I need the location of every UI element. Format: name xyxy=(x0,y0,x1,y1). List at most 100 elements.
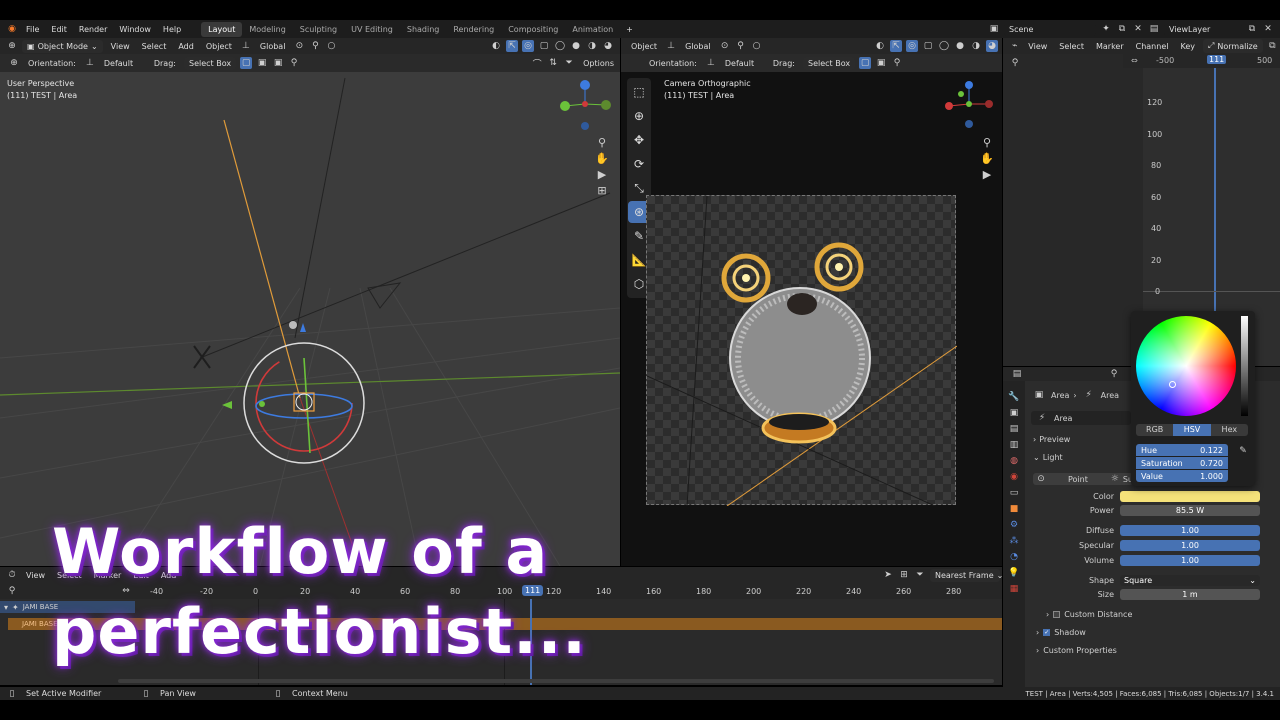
tab-hsv[interactable]: HSV xyxy=(1173,424,1211,436)
viewport-left[interactable]: ⊕ ▣ Object Mode ⌄ View Select Add Object ⊥… xyxy=(0,38,620,566)
color-swatch[interactable] xyxy=(1120,491,1260,502)
graph-menu-select[interactable]: Select xyxy=(1053,42,1090,51)
tab-shading[interactable]: Shading xyxy=(400,22,447,37)
timeline-menu-view[interactable]: View xyxy=(20,571,51,580)
tab-sculpting[interactable]: Sculpting xyxy=(293,22,344,37)
snap-mode-selector[interactable]: Nearest Frame ⌄ xyxy=(930,568,1002,582)
blender-logo-icon[interactable]: ◉ xyxy=(6,23,18,35)
tab-layout[interactable]: Layout xyxy=(201,21,243,37)
right-camera-view-icon[interactable]: ▶ xyxy=(981,168,993,181)
eyedropper-icon[interactable]: ✎ xyxy=(1237,445,1249,457)
scene-tab-icon[interactable]: ◍ xyxy=(1008,455,1020,467)
pivot-icon[interactable]: ⊙ xyxy=(293,40,305,52)
graph-search-icon[interactable]: ⚲ xyxy=(1009,57,1021,69)
graph-menu-key[interactable]: Key xyxy=(1174,42,1201,51)
light-datablock-field[interactable]: ⚡ Area xyxy=(1031,411,1131,425)
right-material-icon[interactable]: ◑ xyxy=(970,40,982,52)
menu-file[interactable]: File xyxy=(20,25,45,34)
panel-shadow[interactable]: › ✓ Shadow xyxy=(1036,628,1086,637)
right-proportional-icon[interactable]: ○ xyxy=(751,40,763,52)
search-icon[interactable]: ⚲ xyxy=(288,57,300,69)
specular-slider[interactable]: 1.00 xyxy=(1120,540,1260,551)
shading-solid-icon[interactable]: ● xyxy=(570,40,582,52)
timeline-search-icon[interactable]: ⚲ xyxy=(6,585,18,597)
graph-menu-view[interactable]: View xyxy=(1022,42,1053,51)
menu-render[interactable]: Render xyxy=(73,25,113,34)
graph-menu-channel[interactable]: Channel xyxy=(1130,42,1175,51)
transform-orientation-selector[interactable]: Global xyxy=(254,42,292,51)
right-search-icon[interactable]: ⚲ xyxy=(891,57,903,69)
right-orientation-selector[interactable]: Default xyxy=(719,59,767,68)
visibility-icon[interactable]: ◐ xyxy=(490,40,502,52)
snap-frame-icon[interactable]: ⊞ xyxy=(898,569,910,581)
size-field[interactable]: 1 m xyxy=(1120,589,1260,600)
orientation-selector[interactable]: Default xyxy=(98,59,148,68)
right-wireframe-icon[interactable]: ◯ xyxy=(938,40,950,52)
panel-preview[interactable]: › Preview xyxy=(1033,435,1070,444)
timeline-editor-icon[interactable]: ⏱ xyxy=(6,569,18,581)
shading-wireframe-icon[interactable]: ◯ xyxy=(554,40,566,52)
color-wheel-cursor[interactable] xyxy=(1169,381,1176,388)
viewport-menu-select[interactable]: Select xyxy=(136,42,173,51)
pin-icon[interactable]: ✦ xyxy=(1100,23,1112,35)
volume-slider[interactable]: 1.00 xyxy=(1120,555,1260,566)
right-gizmo-icon[interactable]: ⇱ xyxy=(890,40,902,52)
texture-tab-icon[interactable]: ▦ xyxy=(1008,583,1020,595)
value-field[interactable]: Value 1.000 xyxy=(1136,470,1228,482)
mode-selector[interactable]: ▣ Object Mode ⌄ xyxy=(22,39,103,53)
graph-menu-marker[interactable]: Marker xyxy=(1090,42,1130,51)
shading-rendered-icon[interactable]: ◕ xyxy=(602,40,614,52)
menu-help[interactable]: Help xyxy=(157,25,187,34)
close-icon[interactable]: ✕ xyxy=(1132,23,1144,35)
normalize-toggle[interactable]: ⤢ Normalize xyxy=(1202,39,1263,53)
power-field[interactable]: 85.5 W xyxy=(1120,505,1260,516)
add-workspace-icon[interactable]: + xyxy=(620,25,639,34)
select-extend-icon[interactable]: ▣ xyxy=(256,57,268,69)
color-wheel[interactable] xyxy=(1136,316,1236,416)
viewport-menu-add[interactable]: Add xyxy=(172,42,200,51)
tab-animation[interactable]: Animation xyxy=(565,22,620,37)
properties-editor-type-icon[interactable]: ▤ xyxy=(1011,368,1023,380)
view-layer-tab-icon[interactable]: ▥ xyxy=(1008,439,1020,451)
light-type-point[interactable]: Point xyxy=(1049,475,1107,484)
zoom-icon[interactable]: ⚲ xyxy=(596,136,608,149)
transform-affect-icon[interactable]: ⇅ xyxy=(547,57,559,69)
particles-tab-icon[interactable]: ⁂ xyxy=(1008,535,1020,547)
tab-rendering[interactable]: Rendering xyxy=(446,22,501,37)
shape-select[interactable]: Square ⌄ xyxy=(1120,575,1260,586)
tab-rgb[interactable]: RGB xyxy=(1136,424,1173,436)
xray-icon[interactable]: ▢ xyxy=(538,40,550,52)
editor-type-icon[interactable]: ⊕ xyxy=(6,40,18,52)
tool-tab-icon[interactable]: 🔧 xyxy=(1008,391,1020,403)
graph-pin-icon[interactable]: ⧉ xyxy=(1267,40,1278,52)
pan-hand-icon[interactable]: ✋ xyxy=(595,152,609,165)
right-select-extend-icon[interactable]: ▣ xyxy=(875,57,887,69)
snap-target-icon[interactable]: ⌒ xyxy=(531,57,543,70)
right-pan-hand-icon[interactable]: ✋ xyxy=(980,152,994,165)
proportional-edit-icon[interactable]: ○ xyxy=(325,40,337,52)
select-tool-icon[interactable]: ⬚ xyxy=(628,81,650,103)
timeline-filter-icon[interactable]: ⏷ xyxy=(914,569,926,581)
overlay-toggle-icon[interactable]: ◎ xyxy=(522,40,534,52)
right-select-mode-icon[interactable]: ▢ xyxy=(859,57,872,69)
right-rendered-icon[interactable]: ◕ xyxy=(986,40,998,52)
value-slider[interactable] xyxy=(1241,316,1248,416)
select-subtract-icon[interactable]: ▣ xyxy=(272,57,284,69)
right-visibility-icon[interactable]: ◐ xyxy=(874,40,886,52)
right-overlay-icon[interactable]: ◎ xyxy=(906,40,918,52)
cursor-tool-icon[interactable]: ⊕ xyxy=(628,105,650,127)
copy-layer-icon[interactable]: ⧉ xyxy=(1246,23,1258,35)
tab-hex[interactable]: Hex xyxy=(1211,424,1248,436)
right-zoom-icon[interactable]: ⚲ xyxy=(981,136,993,149)
right-drag-selector[interactable]: Select Box xyxy=(802,56,856,70)
right-solid-icon[interactable]: ● xyxy=(954,40,966,52)
viewport-menu-view[interactable]: View xyxy=(105,42,136,51)
saturation-field[interactable]: Saturation 0.720 xyxy=(1136,457,1228,469)
data-tab-icon[interactable]: 💡 xyxy=(1008,567,1020,579)
tab-modeling[interactable]: Modeling xyxy=(242,22,292,37)
custom-distance-checkbox[interactable] xyxy=(1053,611,1061,618)
move-tool-icon[interactable]: ✥ xyxy=(628,129,650,151)
modifier-tab-icon[interactable]: ⚙ xyxy=(1008,519,1020,531)
options-button[interactable]: Options xyxy=(577,59,620,68)
diffuse-slider[interactable]: 1.00 xyxy=(1120,525,1260,536)
